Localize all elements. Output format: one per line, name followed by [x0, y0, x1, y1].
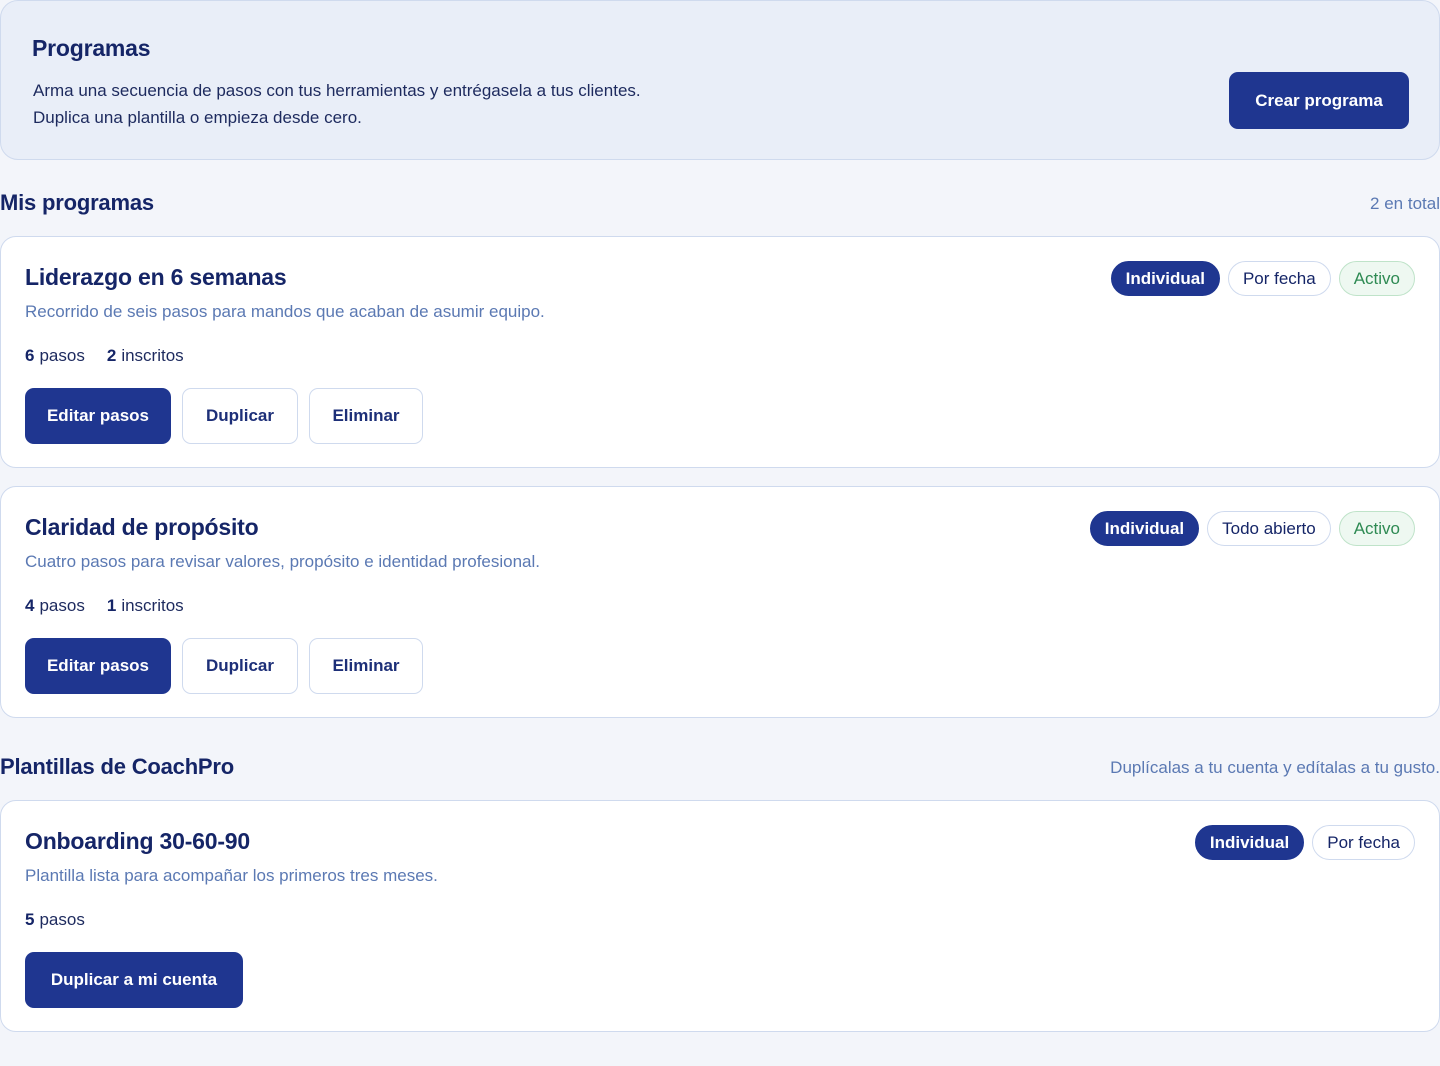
delete-button[interactable]: Eliminar [309, 638, 423, 694]
page-description-line-2: Duplica una plantilla o empieza desde ce… [33, 108, 362, 127]
programs-header: Programas Arma una secuencia de pasos co… [0, 0, 1440, 160]
duplicate-button[interactable]: Duplicar [182, 388, 298, 444]
program-description: Recorrido de seis pasos para mandos que … [25, 302, 545, 321]
page-description: Arma una secuencia de pasos con tus herr… [33, 77, 641, 131]
enrolled-count: 2 [106, 346, 117, 365]
delete-button[interactable]: Eliminar [309, 388, 423, 444]
badge-schedule: Por fecha [1312, 825, 1415, 860]
programs-count: 2 en total [1370, 194, 1440, 213]
steps-label: pasos [39, 346, 85, 365]
template-description: Plantilla lista para acompañar los prime… [25, 866, 438, 885]
steps-count: 4 [25, 596, 35, 615]
program-badges: Individual Por fecha Activo [1110, 261, 1415, 296]
badge-mode: Individual [1089, 511, 1200, 546]
enrolled-stat: 2 inscritos [107, 346, 184, 366]
program-stats: 4 pasos 1 inscritos [25, 596, 184, 616]
badge-schedule: Por fecha [1227, 261, 1331, 296]
my-programs-section-header: Mis programas 2 en total [0, 190, 1440, 220]
page-title: Programas [32, 35, 151, 61]
templates-title: Plantillas de CoachPro [0, 754, 235, 779]
template-title: Onboarding 30-60-90 [25, 828, 250, 854]
steps-count: 6 [25, 346, 35, 365]
edit-steps-button[interactable]: Editar pasos [25, 388, 171, 444]
program-actions: Editar pasos Duplicar Eliminar [25, 638, 423, 694]
page-description-line-1: Arma una secuencia de pasos con tus herr… [33, 81, 641, 100]
program-description: Cuatro pasos para revisar valores, propó… [25, 552, 541, 571]
steps-stat: 6 pasos [25, 346, 85, 366]
badge-status: Activo [1338, 511, 1415, 546]
program-title: Liderazgo en 6 semanas [25, 264, 287, 290]
badge-status: Activo [1338, 261, 1415, 296]
steps-stat: 4 pasos [25, 596, 85, 616]
enrolled-count: 1 [106, 596, 117, 615]
enrolled-label: inscritos [121, 596, 184, 615]
steps-label: pasos [39, 910, 85, 929]
my-programs-title: Mis programas [0, 190, 154, 215]
enrolled-label: inscritos [121, 346, 184, 365]
template-stats: 5 pasos [25, 910, 85, 930]
create-program-button[interactable]: Crear programa [1229, 72, 1409, 129]
edit-steps-button[interactable]: Editar pasos [25, 638, 171, 694]
steps-stat: 5 pasos [25, 910, 85, 930]
program-badges: Individual Todo abierto Activo [1089, 511, 1415, 546]
templates-section-header: Plantillas de CoachPro Duplícalas a tu c… [0, 754, 1440, 784]
duplicate-to-account-button[interactable]: Duplicar a mi cuenta [25, 952, 243, 1008]
template-badges: Individual Por fecha [1194, 825, 1415, 860]
template-card: Onboarding 30-60-90 Plantilla lista para… [0, 800, 1440, 1032]
badge-mode: Individual [1194, 825, 1305, 860]
program-card: Liderazgo en 6 semanas Recorrido de seis… [0, 236, 1440, 468]
template-actions: Duplicar a mi cuenta [25, 952, 243, 1008]
badge-mode: Individual [1110, 261, 1220, 296]
duplicate-button[interactable]: Duplicar [182, 638, 298, 694]
program-title: Claridad de propósito [25, 514, 259, 540]
program-card: Claridad de propósito Cuatro pasos para … [0, 486, 1440, 718]
program-actions: Editar pasos Duplicar Eliminar [25, 388, 423, 444]
program-stats: 6 pasos 2 inscritos [25, 346, 184, 366]
steps-count: 5 [25, 910, 35, 929]
steps-label: pasos [39, 596, 85, 615]
templates-subtitle: Duplícalas a tu cuenta y edítalas a tu g… [1110, 758, 1440, 777]
badge-schedule: Todo abierto [1207, 511, 1331, 546]
enrolled-stat: 1 inscritos [107, 596, 184, 616]
